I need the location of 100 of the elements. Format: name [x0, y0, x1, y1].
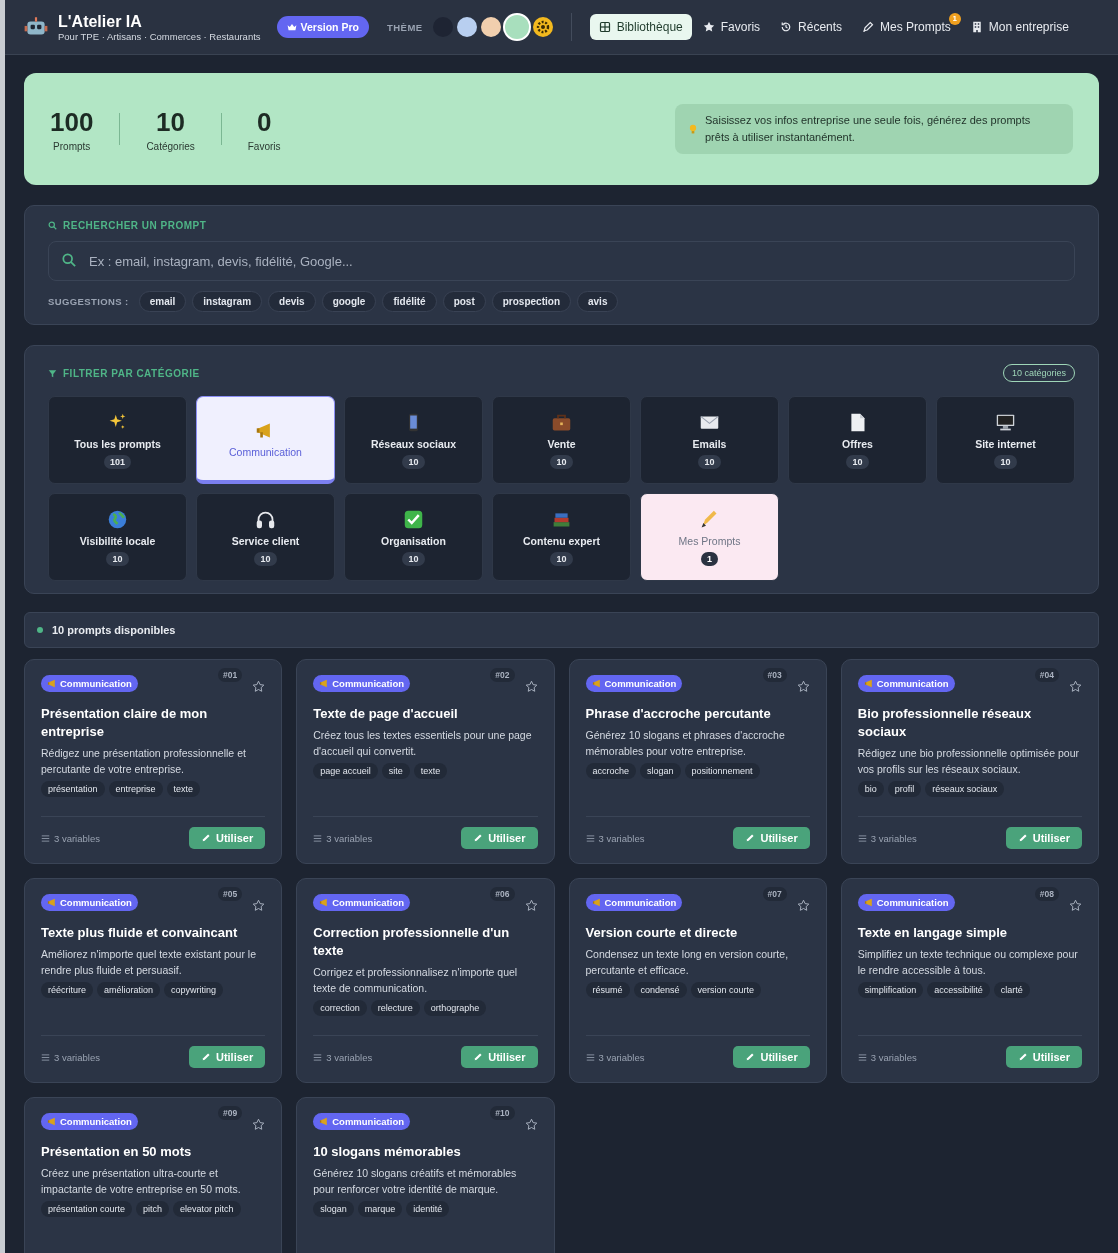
megaphone-icon [47, 897, 58, 908]
nav-tab[interactable]: Favoris [693, 14, 770, 40]
prompt-card[interactable]: Communication #03 Phrase d'accroche percutante Générez 10 slogans et phrases d'accroche mémorables pour votre entreprise. accroche slogan positionnement 3 variables Utiliser [568, 659, 827, 864]
prompt-card[interactable]: Communication #07 Version courte et directe Condensez un texte long en version courte, percutante et efficace. résumé condensé version courte 3 variables Utiliser [568, 878, 827, 1083]
pro-version-button[interactable]: Version Pro [276, 16, 369, 38]
star-icon[interactable] [252, 680, 266, 693]
category-tile[interactable]: Contenu expert 10 [492, 493, 631, 581]
category-tile[interactable]: Tous les prompts 101 [48, 396, 187, 484]
prompt-title: Version courte et directe [585, 924, 739, 942]
tag: orthographe [423, 1000, 487, 1016]
suggestion-chip[interactable]: devis [268, 291, 316, 312]
category-tile[interactable]: Vente 10 [492, 396, 631, 484]
tag: version courte [690, 982, 762, 998]
stat-label: Catégories [146, 140, 195, 152]
tag: positionnement [684, 763, 760, 779]
building-icon [970, 21, 983, 33]
prompt-card[interactable]: Communication #04 Bio professionnelle réseaux sociaux Rédigez une bio professionnelle optimisée pour vos profils sur les réseaux sociaux. bio profil réseaux sociaux 3 variables Utiliser [840, 659, 1099, 864]
search-icon [48, 221, 57, 230]
pencil-icon [200, 833, 211, 843]
star-icon[interactable] [524, 1118, 538, 1131]
theme-swatch[interactable] [504, 15, 529, 39]
category-badge: Communication [313, 894, 411, 911]
category-tile[interactable]: Visibilité locale 10 [48, 493, 187, 581]
prompt-number: #10 [490, 1106, 515, 1120]
prompt-title: 10 slogans mémorables [313, 1143, 462, 1161]
category-badge: Communication [585, 894, 683, 911]
count-badge: 10 [254, 551, 277, 566]
star-icon[interactable] [524, 680, 538, 693]
category-tile[interactable]: Réseaux sociaux 10 [344, 396, 483, 484]
suggestion-chip[interactable]: prospection [491, 291, 571, 312]
suggestion-chip[interactable]: fidélité [382, 291, 437, 312]
star-icon[interactable] [252, 1118, 266, 1131]
prompt-card[interactable]: Communication #05 Texte plus fluide et convaincant Améliorez n'importe quel texte existant pour le rendre plus fluide et persuasif. réécriture amélioration copywriting 3 variables Utiliser [24, 878, 283, 1083]
status-dot [37, 627, 43, 633]
category-badge: Communication [857, 894, 955, 911]
prompt-card[interactable]: Communication #06 Correction professionnelle d'un texte Corrigez et professionnalisez n'importe quel texte de communication. correction relecture orthographe 3 variables Utiliser [296, 878, 555, 1083]
category-tile[interactable]: Offres 10 [788, 396, 927, 484]
stat-value: 100 [50, 106, 94, 138]
category-tile[interactable]: Site internet 10 [936, 396, 1075, 484]
prompt-card[interactable]: Communication #09 Présentation en 50 mots Créez une présentation ultra-courte et impactante de votre entreprise en 50 mots. présentation courte pitch elevator pitch [24, 1097, 283, 1253]
category-badge: Communication [41, 894, 138, 911]
suggestion-chip[interactable]: post [442, 291, 486, 312]
suggestion-chip[interactable]: google [321, 291, 377, 312]
prompt-number: #04 [1034, 668, 1059, 682]
theme-label: THÈME [386, 21, 423, 33]
prompt-number: #06 [490, 887, 515, 901]
tag: marque [357, 1201, 403, 1217]
theme-swatch[interactable] [480, 17, 501, 37]
category-tile[interactable]: Service client 10 [196, 493, 335, 581]
prompt-description: Rédigez une présentation professionnelle et percutante de votre entreprise. [41, 746, 247, 777]
suggestion-chip[interactable]: avis [577, 291, 619, 312]
count-badge: 10 [698, 454, 721, 469]
star-icon[interactable] [524, 899, 538, 912]
theme-swatch[interactable] [456, 17, 477, 37]
pencil-icon [200, 1052, 211, 1062]
suggestion-chip[interactable]: instagram [192, 291, 263, 312]
star-icon[interactable] [796, 899, 810, 912]
prompt-card[interactable]: Communication #02 Texte de page d'accueil Créez tous les textes essentiels pour une page d'accueil qui convertit. page accueil site texte 3 variables Utiliser [296, 659, 555, 864]
prompt-card[interactable]: Communication #08 Texte en langage simple Simplifiez un texte technique ou complexe pour le rendre accessible à tous. simplification accessibilité clarté 3 variables Utiliser [840, 878, 1099, 1083]
nav-tab[interactable]: Récents [771, 14, 852, 40]
settings-icon[interactable] [532, 17, 553, 37]
variables-count: 3 variables [857, 1051, 917, 1063]
megaphone-icon [591, 678, 603, 689]
tag: condensé [633, 982, 687, 998]
prompt-number: #01 [218, 668, 243, 682]
star-icon [702, 21, 715, 33]
star-icon[interactable] [1069, 680, 1082, 693]
star-icon[interactable] [1069, 899, 1082, 912]
prompt-description: Créez tous les textes essentiels pour une page d'accueil qui convertit. [313, 728, 533, 759]
megaphone-icon [863, 678, 875, 689]
tag: copywriting [164, 982, 224, 998]
star-icon[interactable] [252, 899, 266, 912]
category-tile[interactable]: Organisation 10 [344, 493, 483, 581]
prompt-title: Bio professionnelle réseaux sociaux [857, 705, 1033, 741]
prompt-card[interactable]: Communication #10 10 slogans mémorables Générez 10 slogans créatifs et mémorables pour renforcer votre identité de marque. slogan marque identité [296, 1097, 555, 1253]
category-tile[interactable]: Mes Prompts 1 [640, 493, 779, 581]
prompt-description: Améliorez n'importe quel texte existant pour le rendre plus fluide et persuasif. [41, 947, 258, 978]
prompt-card[interactable]: Communication #01 Présentation claire de mon entreprise Rédigez une présentation professionnelle et percutante de votre entreprise. présentation entreprise texte 3 variables Utiliser [24, 659, 283, 864]
prompt-title: Texte plus fluide et convaincant [41, 924, 239, 942]
star-icon[interactable] [796, 680, 810, 693]
variables-count: 3 variables [585, 1051, 645, 1063]
category-badge: Communication [585, 675, 683, 692]
prompt-number: #07 [762, 887, 787, 901]
checkmark-icon [403, 508, 424, 530]
category-tile[interactable]: Emails 10 [640, 396, 779, 484]
tag: identité [406, 1201, 450, 1217]
variables-count: 3 variables [857, 832, 917, 844]
section-title: RECHERCHER UN PROMPT [63, 220, 207, 231]
suggestion-chip[interactable]: email [138, 291, 187, 312]
prompt-title: Présentation en 50 mots [41, 1143, 193, 1161]
prompt-description: Condensez un texte long en version courte, percutante et efficace. [585, 947, 790, 978]
category-tile[interactable]: Communication [196, 396, 335, 484]
tag: texte [166, 781, 201, 797]
nav-tab[interactable]: Bibliothèque [589, 14, 692, 40]
search-field[interactable]: Ex : email, instagram, devis, fidélité, Google... [48, 241, 1075, 281]
prompt-description: Générez 10 slogans créatifs et mémorables pour renforcer votre identité de marque. [313, 1166, 518, 1197]
app-title: L'Atelier IA [58, 12, 143, 31]
prompt-description: Rédigez une bio professionnelle optimisée pour vos profils sur les réseaux sociaux. [857, 746, 1080, 777]
tag: bio [857, 781, 884, 797]
nav-tab[interactable]: Mon entreprise [961, 14, 1078, 40]
